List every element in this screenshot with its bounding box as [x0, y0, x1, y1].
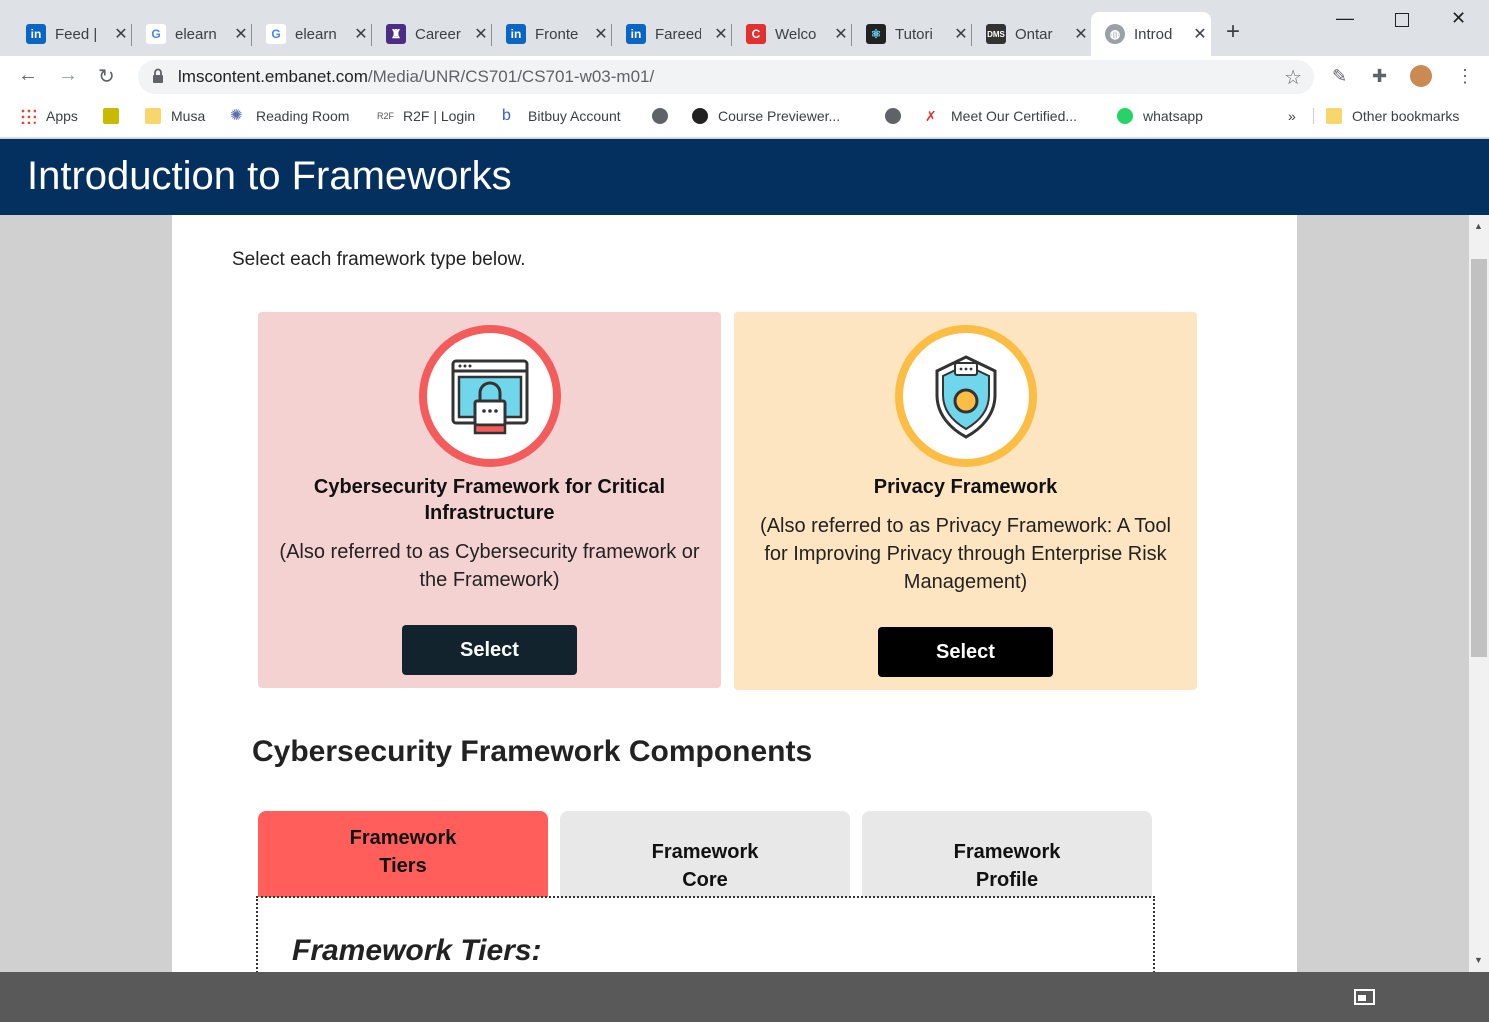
globe-icon	[885, 108, 901, 124]
maximize-window-button[interactable]	[1395, 13, 1409, 27]
page-scrollbar[interactable]: ▲ ▼	[1469, 215, 1489, 972]
panel-heading: Framework Tiers:	[292, 934, 542, 967]
bookmark-cartoon[interactable]	[103, 108, 129, 124]
folder-icon	[145, 108, 161, 124]
sparkle-icon: ✺	[230, 107, 243, 124]
globe-icon	[652, 108, 668, 124]
r2f-icon: R2F	[377, 111, 395, 121]
cybersecurity-framework-card: Cybersecurity Framework for Critical Inf…	[258, 312, 721, 688]
new-tab-button[interactable]: +	[1226, 18, 1240, 46]
page-title: Introduction to Frameworks	[27, 154, 512, 198]
close-tab-icon[interactable]: ✕	[1192, 24, 1208, 44]
minimize-window-button[interactable]: —	[1336, 8, 1354, 29]
linkedin-icon: in	[506, 24, 526, 44]
bookmarks-bar: Apps Musa ✺ Reading Room R2F R2F | Login…	[0, 98, 1489, 138]
x-logo-icon: ✗	[925, 108, 937, 124]
scrollbar-thumb[interactable]	[1471, 259, 1487, 657]
close-tab-icon[interactable]: ✕	[113, 24, 129, 44]
bookmark-musa[interactable]: Musa	[145, 108, 205, 124]
browser-tab[interactable]: in Fronte ✕	[492, 12, 612, 56]
close-tab-icon[interactable]: ✕	[593, 24, 609, 44]
heart-shield-icon	[692, 108, 708, 124]
browser-lock-icon	[419, 325, 561, 467]
other-bookmarks[interactable]: Other bookmarks	[1313, 108, 1459, 124]
browser-tab-strip: in Feed | ✕ G elearn ✕ G elearn ✕ ♜ Care…	[0, 0, 1489, 56]
browser-tab[interactable]: ⚛ Tutori ✕	[852, 12, 972, 56]
privacy-framework-card: Privacy Framework (Also referred to as P…	[734, 312, 1197, 690]
profile-avatar[interactable]	[1410, 65, 1432, 87]
browser-tab[interactable]: DMS Ontar ✕	[972, 12, 1090, 56]
close-tab-icon[interactable]: ✕	[713, 24, 729, 44]
address-bar[interactable]: lmscontent.embanet.com/Media/UNR/CS701/C…	[138, 60, 1314, 94]
player-bottom-bar	[0, 972, 1489, 1022]
instruction-text: Select each framework type below.	[232, 249, 526, 270]
cartoon-icon	[103, 108, 119, 124]
card-description: (Also referred to as Privacy Framework: …	[760, 515, 1171, 593]
tab-panel: Framework Tiers:	[256, 896, 1155, 972]
bookmark-course-previewer[interactable]: Course Previewer...	[692, 108, 840, 124]
url-text: lmscontent.embanet.com/Media/UNR/CS701/C…	[178, 67, 655, 86]
browser-toolbar: ← → ↻ lmscontent.embanet.com/Media/UNR/C…	[0, 56, 1489, 98]
content-area: Select each framework type below. Cybers…	[172, 215, 1297, 972]
bookmarks-overflow-button[interactable]: »	[1288, 108, 1296, 124]
browser-tab[interactable]: G elearn ✕	[252, 12, 372, 56]
select-cybersecurity-button[interactable]: Select	[402, 625, 577, 675]
globe-icon: ◍	[1105, 24, 1125, 44]
card-description: (Also referred to as Cybersecurity frame…	[279, 541, 700, 591]
bitbuy-icon: b	[502, 107, 511, 124]
react-icon: ⚛	[866, 24, 886, 44]
shield-icon	[895, 325, 1037, 467]
close-tab-icon[interactable]: ✕	[833, 24, 849, 44]
page-banner: Introduction to Frameworks	[0, 139, 1489, 215]
whatsapp-icon	[1117, 108, 1133, 124]
scroll-up-arrow-icon[interactable]: ▲	[1474, 221, 1483, 231]
back-arrow-icon[interactable]: ←	[18, 64, 38, 87]
bookmark-globe-2[interactable]	[885, 108, 911, 124]
bookmark-bitbuy[interactable]: b Bitbuy Account	[502, 107, 621, 125]
browser-tab[interactable]: G elearn ✕	[132, 12, 252, 56]
forward-arrow-icon[interactable]: →	[58, 64, 78, 87]
menu-kebab-icon[interactable]: ⋮	[1456, 66, 1474, 87]
google-icon: G	[146, 24, 166, 44]
university-crest-icon: ♜	[386, 24, 406, 44]
scroll-down-arrow-icon[interactable]: ▼	[1474, 955, 1483, 965]
card-heading: Cybersecurity Framework for Critical Inf…	[313, 476, 666, 524]
bookmark-reading-room[interactable]: ✺ Reading Room	[230, 107, 349, 125]
tab-framework-tiers[interactable]: Framework Tiers	[258, 811, 548, 897]
bookmark-apps[interactable]: Apps	[20, 108, 78, 124]
tab-framework-profile[interactable]: Framework Profile	[862, 811, 1152, 897]
close-window-button[interactable]: ✕	[1451, 8, 1466, 29]
browser-tab[interactable]: in Fareed ✕	[612, 12, 732, 56]
bookmark-meet-certified[interactable]: ✗ Meet Our Certified...	[925, 108, 1077, 124]
eyedropper-extension-icon[interactable]: ✎	[1332, 66, 1347, 87]
bookmark-r2f[interactable]: R2F R2F | Login	[377, 108, 475, 124]
bookmark-whatsapp[interactable]: whatsapp	[1117, 108, 1203, 124]
browser-tab[interactable]: in Feed | ✕	[12, 12, 132, 56]
bookmark-star-icon[interactable]: ☆	[1284, 65, 1302, 90]
select-privacy-button[interactable]: Select	[878, 627, 1053, 677]
close-tab-icon[interactable]: ✕	[233, 24, 249, 44]
close-tab-icon[interactable]: ✕	[953, 24, 969, 44]
card-heading: Privacy Framework	[873, 476, 1058, 498]
close-tab-icon[interactable]: ✕	[1073, 24, 1089, 44]
reload-icon[interactable]: ↻	[98, 64, 115, 89]
section-heading: Cybersecurity Framework Components	[252, 735, 813, 768]
red-c-icon: C	[746, 24, 766, 44]
bookmark-globe[interactable]	[652, 108, 678, 124]
close-tab-icon[interactable]: ✕	[473, 24, 489, 44]
tab-framework-core[interactable]: Framework Core	[560, 811, 850, 897]
browser-tab[interactable]: C Welco ✕	[732, 12, 852, 56]
lock-icon	[153, 68, 163, 83]
dms-icon: DMS	[986, 24, 1006, 44]
browser-tab[interactable]: ♜ Career ✕	[372, 12, 492, 56]
apps-grid-icon	[20, 108, 36, 124]
close-tab-icon[interactable]: ✕	[353, 24, 369, 44]
linkedin-icon: in	[626, 24, 646, 44]
extensions-puzzle-icon[interactable]: ✚	[1372, 66, 1387, 87]
browser-tab-active[interactable]: ◍ Introd ✕	[1091, 12, 1211, 56]
folder-icon	[1326, 108, 1342, 124]
google-icon: G	[266, 24, 286, 44]
fullscreen-icon[interactable]	[1354, 989, 1375, 1005]
linkedin-icon: in	[26, 24, 46, 44]
